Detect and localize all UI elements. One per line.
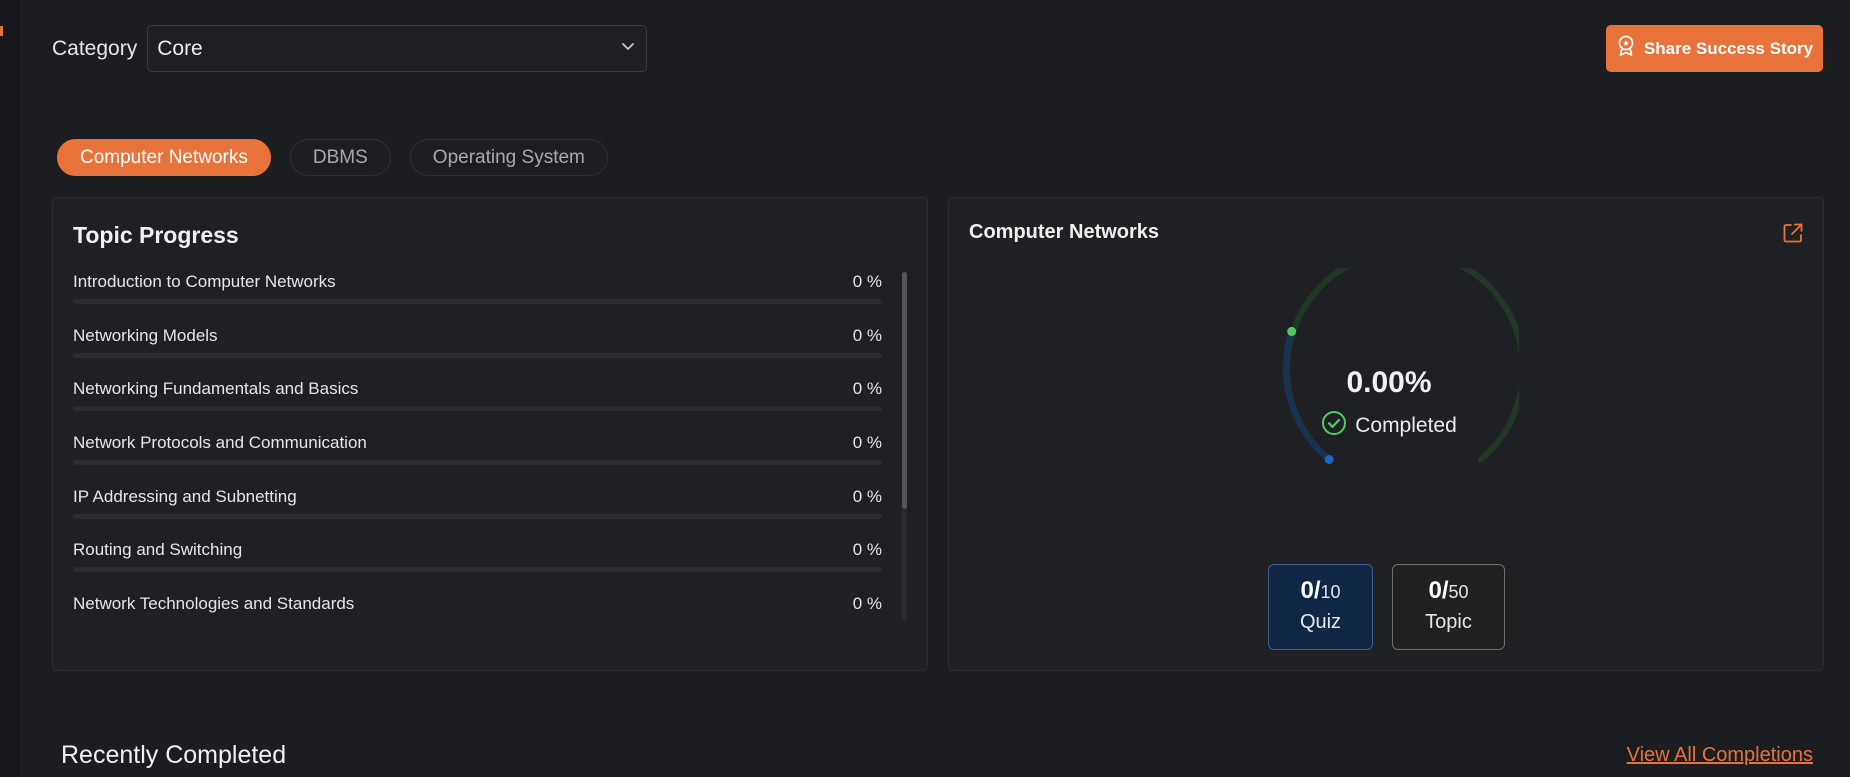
topic-list-scrollbar[interactable]	[902, 272, 907, 622]
topic-progress-panel: Topic Progress Introduction to Computer …	[52, 197, 928, 671]
topic-name: Introduction to Computer Networks	[73, 272, 336, 291]
topic-name: IP Addressing and Subnetting	[73, 486, 297, 506]
topic-name: Networking Fundamentals and Basics	[73, 379, 359, 399]
share-button-label: Share Success Story	[1643, 38, 1814, 58]
topic-item: Networking Models 0 %	[73, 326, 882, 380]
topic-item: Network Protocols and Communication 0 %	[73, 433, 882, 487]
topic-done: 0/	[1428, 577, 1449, 604]
topic-progress-bar	[73, 460, 882, 466]
topic-label: Topic	[1425, 611, 1472, 633]
completion-percent: 0.00%	[1346, 366, 1432, 399]
award-badge-icon	[1616, 35, 1636, 62]
topic-name: Routing and Switching	[73, 540, 243, 560]
topic-total: 50	[1448, 582, 1469, 602]
completion-status: Completed	[1259, 410, 1519, 442]
gauge-start-dot	[1324, 455, 1334, 464]
topic-progress-bar	[73, 406, 882, 412]
topic-item: Routing and Switching 0 %	[73, 540, 882, 594]
topic-progress-bar	[73, 299, 882, 304]
chevron-down-icon	[620, 38, 636, 59]
topic-progress-bar	[73, 513, 882, 519]
topic-item: Introduction to Computer Networks 0 %	[73, 272, 882, 326]
quiz-count: 0/10	[1269, 577, 1372, 605]
category-select[interactable]: Core	[147, 25, 648, 72]
view-all-completions-link[interactable]: View All Completions	[1627, 744, 1813, 767]
completion-status-label: Completed	[1355, 414, 1457, 437]
topic-percent: 0 %	[852, 379, 882, 399]
topic-percent: 0 %	[852, 540, 882, 560]
category-selected-value: Core	[157, 36, 203, 60]
topic-progress-bar	[73, 567, 882, 573]
category-filter: Category Core	[52, 25, 648, 72]
topic-percent: 0 %	[852, 486, 882, 506]
tab-operating-system[interactable]: Operating System	[409, 139, 608, 176]
category-label: Category	[52, 36, 138, 60]
topic-list[interactable]: Introduction to Computer Networks 0 % Net…	[73, 272, 882, 648]
topic-item: Networking Fundamentals and Basics 0 %	[73, 379, 882, 433]
completion-gauge: 0.00% Completed	[1259, 248, 1526, 508]
topic-percent: 0 %	[852, 433, 882, 453]
course-summary-panel: Computer Networks 0.00% Completed 0/10 Q…	[948, 197, 1824, 671]
topic-count: 0/50	[1393, 577, 1504, 605]
left-rail	[0, 0, 22, 777]
quiz-total: 10	[1320, 582, 1341, 602]
topic-progress-title: Topic Progress	[73, 222, 239, 248]
topic-item: IP Addressing and Subnetting 0 %	[73, 487, 882, 541]
subject-tabs: Computer Networks DBMS Operating System	[57, 139, 608, 176]
topic-percent: 0 %	[852, 594, 882, 614]
quiz-done: 0/	[1300, 577, 1321, 604]
scrollbar-thumb[interactable]	[902, 272, 907, 509]
topic-name: Network Technologies and Standards	[73, 594, 355, 614]
recently-completed-title: Recently Completed	[61, 741, 287, 769]
left-rail-indicator	[0, 26, 3, 36]
topic-item: Network Technologies and Standards 0 %	[73, 594, 882, 648]
gauge-end-dot	[1287, 326, 1297, 336]
topic-name: Networking Models	[73, 325, 218, 345]
topic-stat-card[interactable]: 0/50 Topic	[1392, 564, 1505, 650]
topic-name: Network Protocols and Communication	[73, 433, 367, 453]
topic-progress-bar	[73, 352, 882, 358]
check-circle-icon	[1321, 410, 1347, 442]
external-link-icon[interactable]	[1782, 222, 1804, 244]
course-title: Computer Networks	[969, 221, 1160, 243]
quiz-stat-card[interactable]: 0/10 Quiz	[1268, 564, 1373, 650]
tab-dbms[interactable]: DBMS	[289, 139, 391, 176]
topic-percent: 0 %	[852, 272, 882, 291]
topic-percent: 0 %	[852, 325, 882, 345]
tab-computer-networks[interactable]: Computer Networks	[57, 139, 271, 176]
share-success-story-button[interactable]: Share Success Story	[1606, 25, 1823, 72]
quiz-label: Quiz	[1299, 611, 1342, 633]
